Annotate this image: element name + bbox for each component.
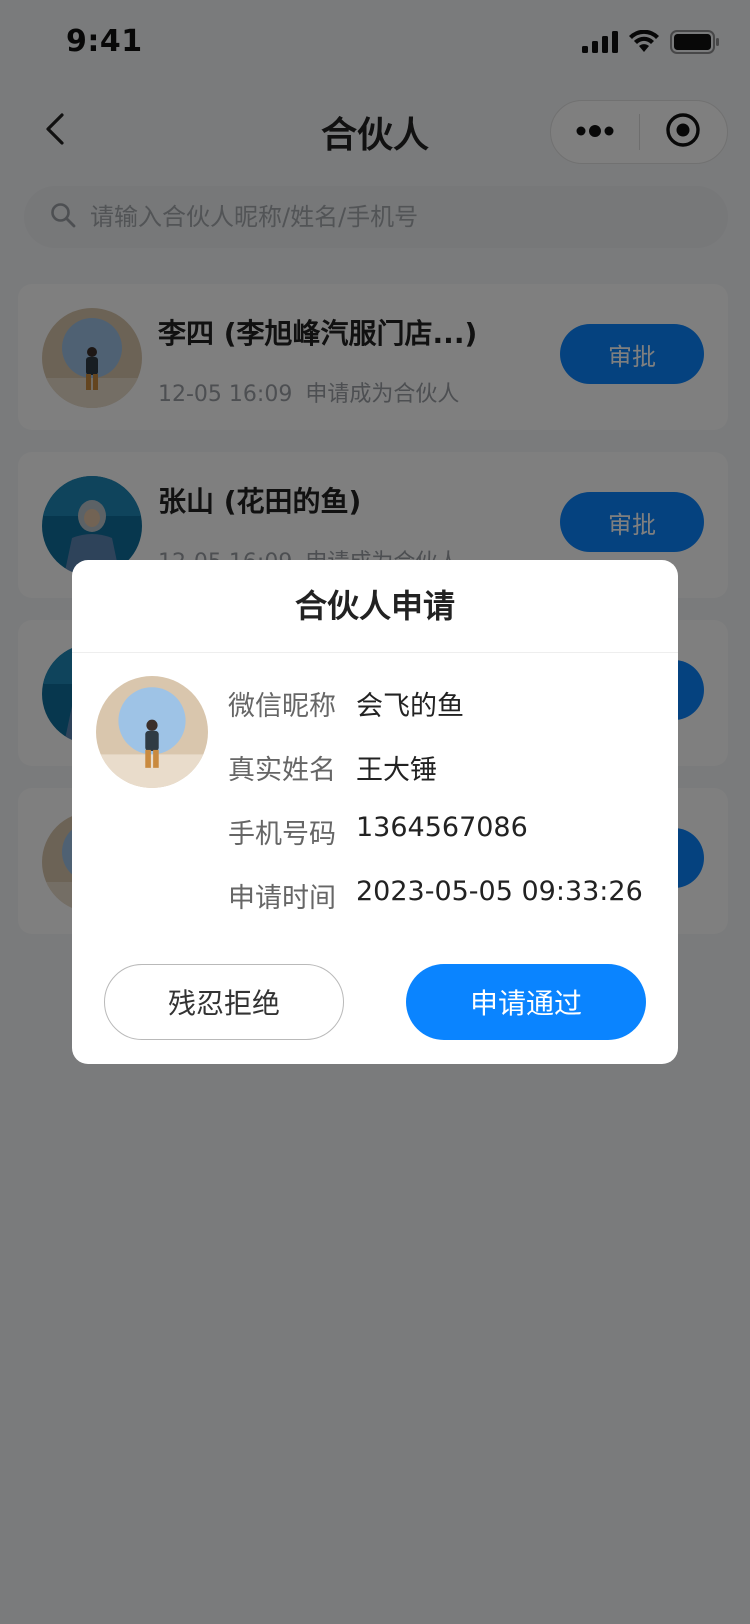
applicant-avatar: [96, 676, 208, 788]
applicant-info: 微信昵称 会飞的鱼 真实姓名 王大锤 手机号码 1364567086 申请时间 …: [228, 684, 643, 940]
reject-button[interactable]: 残忍拒绝: [104, 964, 344, 1040]
info-row-phone: 手机号码 1364567086: [228, 812, 643, 876]
app-screen: 9:41: [0, 0, 750, 1624]
info-value: 2023-05-05 09:33:26: [356, 876, 643, 907]
info-value: 会飞的鱼: [356, 691, 464, 722]
approve-application-button[interactable]: 申请通过: [406, 964, 646, 1040]
info-label: 手机号码: [228, 819, 336, 850]
info-value: 1364567086: [356, 812, 528, 843]
partner-apply-dialog: 合伙人申请 微信昵称 会飞的鱼 真实姓名 王大锤 手机号码 1364567086…: [72, 560, 678, 1064]
dialog-title: 合伙人申请: [72, 560, 678, 653]
info-label: 真实姓名: [228, 755, 336, 786]
info-row-nickname: 微信昵称 会飞的鱼: [228, 684, 643, 748]
info-label: 申请时间: [228, 883, 336, 914]
info-value: 王大锤: [356, 755, 437, 786]
info-row-apply-time: 申请时间 2023-05-05 09:33:26: [228, 876, 643, 940]
info-label: 微信昵称: [228, 691, 336, 722]
info-row-real-name: 真实姓名 王大锤: [228, 748, 643, 812]
